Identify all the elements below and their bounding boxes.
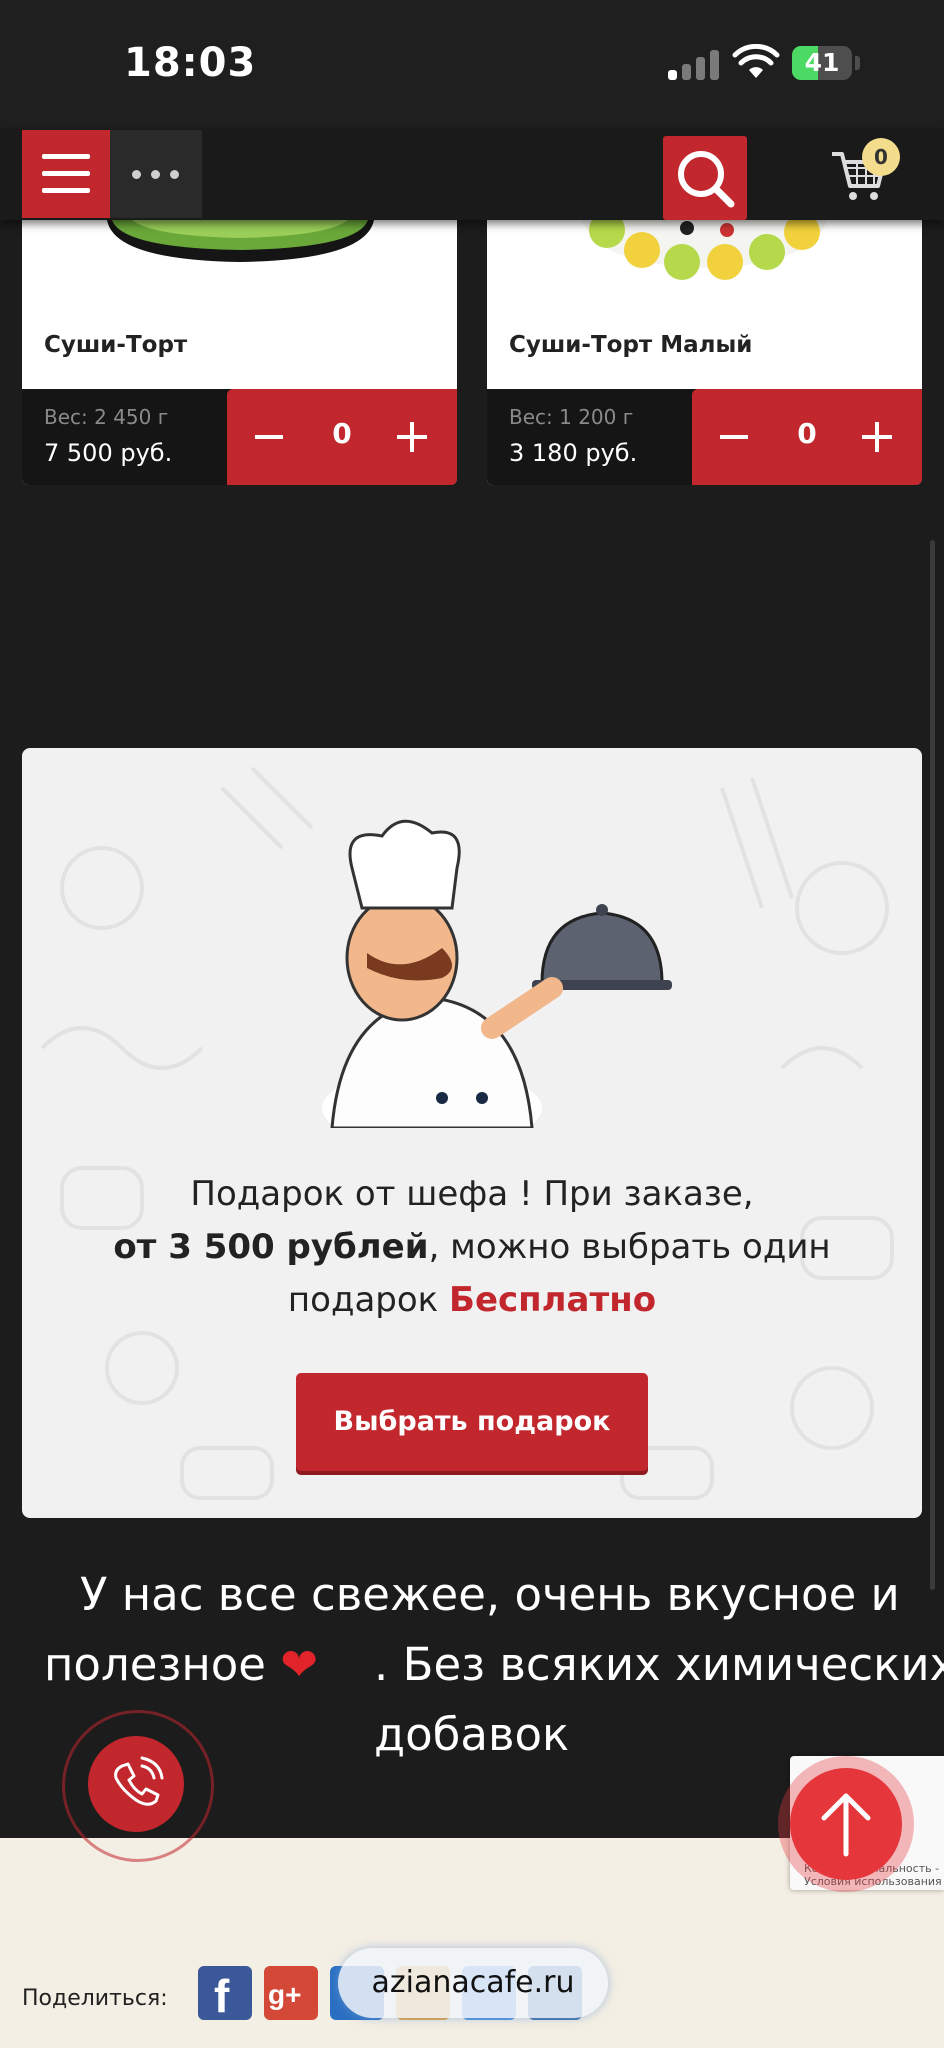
phone-icon <box>114 1756 164 1806</box>
product-image <box>22 220 457 320</box>
status-time: 18:03 <box>124 40 257 86</box>
arrow-up-icon <box>821 1793 871 1857</box>
more-button[interactable] <box>110 130 202 218</box>
call-button[interactable] <box>88 1736 184 1832</box>
freshness-line-3: добавок <box>374 1708 570 1761</box>
scroll-to-top-button[interactable] <box>790 1768 902 1880</box>
gift-threshold: от 3 500 рублей <box>113 1227 429 1267</box>
product-footer: Вес: 1 200 г 3 180 руб. 0 <box>487 389 922 485</box>
choose-gift-button[interactable]: Выбрать подарок <box>296 1373 648 1471</box>
gift-line-2-rest: , можно выбрать один <box>428 1227 831 1267</box>
product-name: Суши-Торт <box>44 332 188 358</box>
heart-icon: ❤ <box>280 1638 318 1691</box>
gift-line-1: Подарок от шефа ! При заказе, <box>190 1174 754 1214</box>
quantity-stepper: 0 <box>227 389 457 485</box>
product-name: Суши-Торт Малый <box>509 332 753 358</box>
gift-free-label: Бесплатно <box>449 1280 657 1320</box>
increase-quantity-button[interactable] <box>377 389 457 485</box>
product-price: 3 180 руб. <box>509 439 638 467</box>
cellular-signal-icon <box>668 48 720 80</box>
svg-text:g+: g+ <box>268 1979 301 2010</box>
freshness-line-1: У нас все свежее, очень вкусное и <box>80 1568 900 1621</box>
facebook-share-icon[interactable]: f <box>198 1966 252 2022</box>
browser-url-bar[interactable]: azianacafe.ru <box>338 1948 608 2018</box>
chef-gift-panel: Подарок от шефа ! При заказе, от 3 500 р… <box>22 748 922 1518</box>
gift-line-3: подарок Бесплатно <box>22 1274 922 1327</box>
cart-count-badge: 0 <box>862 138 900 176</box>
freshness-line-2b: . Без всяких химических <box>374 1638 944 1691</box>
site-header: 0 <box>0 128 944 220</box>
quantity-stepper: 0 <box>692 389 922 485</box>
product-weight: Вес: 2 450 г <box>44 405 169 429</box>
svg-text:f: f <box>214 1970 230 2020</box>
product-weight: Вес: 1 200 г <box>509 405 634 429</box>
menu-button[interactable] <box>22 130 110 218</box>
battery-icon: 41 <box>792 46 852 80</box>
wifi-icon <box>732 44 780 78</box>
increase-quantity-button[interactable] <box>842 389 922 485</box>
product-card[interactable]: Суши-Торт Малый Вес: 1 200 г 3 180 руб. … <box>487 220 922 485</box>
google-plus-share-icon[interactable]: g+ <box>264 1966 318 2020</box>
share-label: Поделиться: <box>22 1986 168 2011</box>
gift-line-2: от 3 500 рублей, можно выбрать один <box>22 1221 922 1274</box>
product-image <box>487 220 922 320</box>
chef-illustration <box>322 819 672 1128</box>
freshness-line-2a: полезное <box>44 1638 266 1691</box>
search-button[interactable] <box>663 136 747 220</box>
gift-description: Подарок от шефа ! При заказе, от 3 500 р… <box>22 1168 922 1327</box>
gift-line-3-start: подарок <box>287 1280 450 1320</box>
battery-level: 41 <box>804 48 840 77</box>
page-scrollbar[interactable] <box>930 540 935 1590</box>
product-footer: Вес: 2 450 г 7 500 руб. 0 <box>22 389 457 485</box>
search-icon <box>678 151 735 208</box>
freshness-line-2: полезное ❤ . Без всяких химических <box>44 1630 944 1700</box>
battery-cap <box>855 56 860 70</box>
product-price: 7 500 руб. <box>44 439 173 467</box>
status-bar: 18:03 41 <box>0 0 944 130</box>
product-card[interactable]: Суши-Торт Вес: 2 450 г 7 500 руб. 0 <box>22 220 457 485</box>
